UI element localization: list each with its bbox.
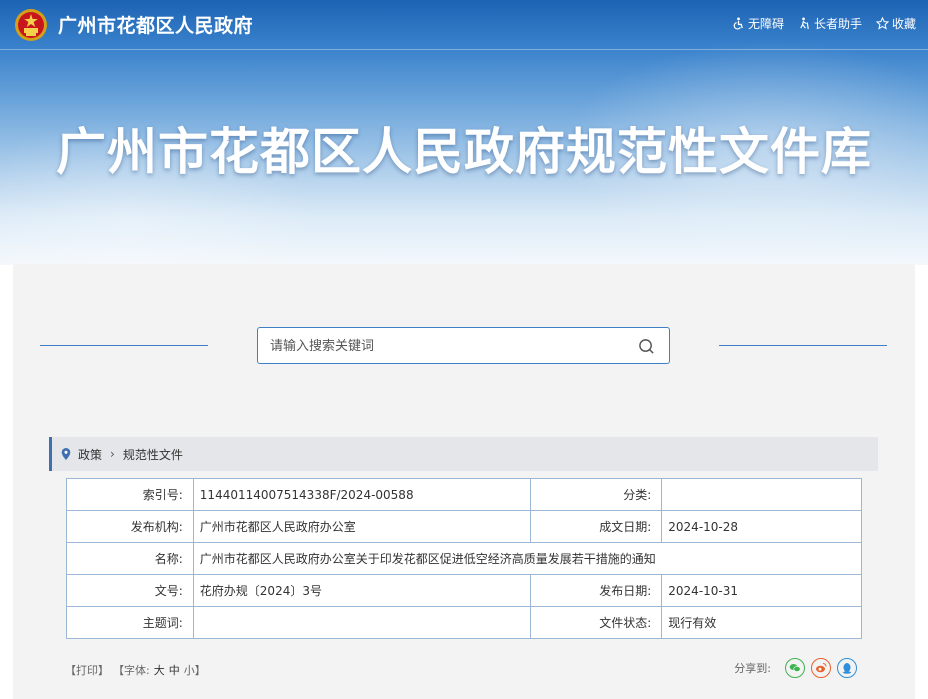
name-value: 广州市花都区人民政府办公室关于印发花都区促进低空经济高质量发展若干措施的通知	[192, 542, 863, 575]
share-label: 分享到:	[734, 662, 771, 675]
weibo-icon	[816, 663, 827, 673]
site-title[interactable]: 广州市花都区人民政府	[58, 11, 253, 38]
elder-helper-icon	[800, 17, 809, 30]
print-tools: 【打印】 【字体: 大 中 小】	[65, 662, 208, 678]
accessibility-label: 无障碍	[747, 17, 784, 31]
index-label: 索引号:	[66, 478, 194, 511]
table-row: 索引号: 11440114007514338F/2024-00588 分类:	[66, 478, 862, 511]
star-icon	[875, 17, 889, 30]
category-label: 分类:	[530, 478, 663, 511]
share-bar: 分享到:	[734, 658, 857, 678]
table-row: 发布机构: 广州市花都区人民政府办公室 成文日期: 2024-10-28	[66, 510, 862, 543]
status-label: 文件状态:	[530, 606, 663, 639]
national-emblem-icon[interactable]	[14, 8, 48, 42]
doc-number-label: 文号:	[66, 574, 194, 607]
search-box	[257, 327, 670, 364]
share-wechat-button[interactable]	[785, 658, 805, 678]
chevron-right-icon: ›	[110, 447, 115, 461]
publish-date-label: 发布日期:	[530, 574, 663, 607]
top-bar: 广州市花都区人民政府 无障碍 长者助手 收藏	[0, 0, 928, 50]
breadcrumb: 政策 › 规范性文件	[49, 437, 878, 471]
qq-icon	[843, 663, 851, 674]
favorite-link[interactable]: 收藏	[875, 15, 916, 32]
table-row: 名称: 广州市花都区人民政府办公室关于印发花都区促进低空经济高质量发展若干措施的…	[66, 542, 863, 575]
print-button[interactable]: 【打印】	[65, 662, 109, 678]
issuer-label: 发布机构:	[66, 510, 194, 543]
elder-helper-label: 长者助手	[813, 17, 862, 31]
issuer-value: 广州市花都区人民政府办公室	[192, 510, 532, 543]
search-input[interactable]	[270, 336, 620, 356]
category-value	[661, 478, 862, 511]
font-size-large-button[interactable]: 大	[154, 662, 165, 678]
location-pin-icon	[61, 448, 71, 460]
header-tools: 无障碍 长者助手 收藏	[732, 15, 916, 32]
share-weibo-button[interactable]	[811, 658, 831, 678]
status-value: 现行有效	[661, 606, 862, 639]
font-size-medium-button[interactable]: 中	[169, 662, 180, 678]
breadcrumb-item-normative-docs[interactable]: 规范性文件	[123, 446, 183, 463]
font-size-label: 【字体:	[113, 664, 150, 677]
hero-title: 广州市花都区人民政府规范性文件库	[56, 123, 872, 181]
document-info-table: 索引号: 11440114007514338F/2024-00588 分类: 发…	[66, 478, 863, 639]
doc-number-value: 花府办规〔2024〕3号	[192, 574, 532, 607]
header-banner: 广州市花都区人民政府 无障碍 长者助手 收藏 广州市花都区人民政府规范性文件库	[0, 0, 928, 265]
breadcrumb-item-policy[interactable]: 政策	[78, 446, 102, 463]
publish-date-value: 2024-10-31	[661, 574, 862, 607]
share-qq-button[interactable]	[837, 658, 857, 678]
table-row: 主题词: 文件状态: 现行有效	[66, 606, 862, 639]
name-label: 名称:	[66, 542, 194, 575]
accessibility-link[interactable]: 无障碍	[732, 15, 784, 32]
elder-helper-link[interactable]: 长者助手	[798, 15, 862, 32]
search-icon[interactable]	[638, 338, 655, 355]
created-date-value: 2024-10-28	[661, 510, 862, 543]
table-row: 文号: 花府办规〔2024〕3号 发布日期: 2024-10-31	[66, 574, 862, 607]
search-divider-left	[40, 345, 208, 346]
created-date-label: 成文日期:	[530, 510, 663, 543]
subject-label: 主题词:	[66, 606, 194, 639]
accessibility-icon	[733, 17, 743, 30]
favorite-label: 收藏	[891, 17, 916, 31]
wechat-icon	[789, 664, 801, 672]
font-size-small-button[interactable]: 小】	[184, 662, 206, 678]
subject-value	[192, 606, 532, 639]
index-value: 11440114007514338F/2024-00588	[192, 478, 532, 511]
search-divider-right	[719, 345, 887, 346]
